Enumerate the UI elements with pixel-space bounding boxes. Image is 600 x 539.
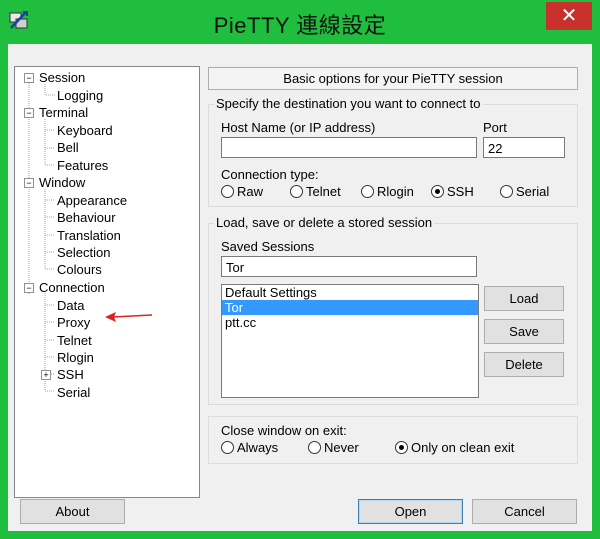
radio-icon	[221, 185, 234, 198]
close-always-radio[interactable]: Always	[221, 440, 278, 455]
radio-icon	[308, 441, 321, 454]
tree-item-terminal[interactable]: Terminal	[39, 104, 88, 121]
conn-type-ssh-radio[interactable]: SSH	[431, 184, 474, 199]
host-name-label: Host Name (or IP address)	[221, 120, 376, 135]
close-button[interactable]: ✕	[546, 2, 592, 30]
conn-type-telnet-radio[interactable]: Telnet	[290, 184, 341, 199]
connection-collapse-icon[interactable]: −	[24, 283, 34, 293]
conn-type-raw-radio[interactable]: Raw	[221, 184, 263, 199]
radio-selected-icon	[431, 185, 444, 198]
host-name-input[interactable]	[221, 137, 477, 158]
close-on-exit-label: Close window on exit:	[221, 423, 347, 438]
radio-icon	[361, 185, 374, 198]
saved-sessions-label: Saved Sessions	[221, 239, 315, 254]
radio-label: SSH	[447, 184, 474, 199]
tree-item-translation[interactable]: Translation	[57, 227, 121, 244]
tree-item-bell[interactable]: Bell	[57, 139, 79, 156]
radio-label: Raw	[237, 184, 264, 199]
close-never-radio[interactable]: Never	[308, 440, 359, 455]
session-collapse-icon[interactable]: −	[24, 73, 34, 83]
port-input[interactable]: 22	[483, 137, 565, 158]
close-clean-exit-radio[interactable]: Only on clean exit	[395, 440, 514, 455]
connection-type-label: Connection type:	[221, 167, 319, 182]
red-arrow-annotation-icon	[105, 312, 153, 322]
tree-item-logging[interactable]: Logging	[57, 87, 103, 104]
tree-item-ssh[interactable]: SSH	[57, 366, 84, 383]
tree-item-data[interactable]: Data	[57, 297, 84, 314]
tree-item-proxy[interactable]: Proxy	[57, 314, 90, 331]
save-button[interactable]: Save	[484, 319, 564, 344]
saved-session-name-input[interactable]: Tor	[221, 256, 477, 277]
radio-label: Never	[324, 440, 359, 455]
saved-sessions-list[interactable]: Default Settings Tor ptt.cc	[221, 284, 479, 398]
tree-item-session[interactable]: Session	[39, 69, 85, 86]
radio-icon	[221, 441, 234, 454]
radio-label: Always	[237, 440, 279, 455]
delete-button[interactable]: Delete	[484, 352, 564, 377]
load-button[interactable]: Load	[484, 286, 564, 311]
sessions-group-title: Load, save or delete a stored session	[214, 215, 435, 230]
title-bar: PieTTY 連線設定 ✕	[0, 0, 600, 44]
window-title: PieTTY 連線設定	[213, 13, 387, 38]
tree-item-keyboard[interactable]: Keyboard	[57, 122, 113, 139]
session-list-item[interactable]: Default Settings	[222, 285, 478, 300]
tree-item-window[interactable]: Window	[39, 174, 85, 191]
cancel-button[interactable]: Cancel	[472, 499, 577, 524]
panel-header: Basic options for your PieTTY session	[208, 67, 578, 90]
tree-item-telnet[interactable]: Telnet	[57, 332, 92, 349]
tree-item-behaviour[interactable]: Behaviour	[57, 209, 116, 226]
tree-item-selection[interactable]: Selection	[57, 244, 110, 261]
conn-type-rlogin-radio[interactable]: Rlogin	[361, 184, 414, 199]
radio-label: Telnet	[306, 184, 341, 199]
about-button[interactable]: About	[20, 499, 125, 524]
tree-item-appearance[interactable]: Appearance	[57, 192, 127, 209]
radio-icon	[500, 185, 513, 198]
terminal-collapse-icon[interactable]: −	[24, 108, 34, 118]
close-icon: ✕	[560, 5, 578, 27]
session-list-item[interactable]: ptt.cc	[222, 315, 478, 330]
session-list-item-selected[interactable]: Tor	[222, 300, 478, 315]
destination-group-title: Specify the destination you want to conn…	[214, 96, 483, 111]
dialog-window: PieTTY 連線設定 ✕ − Session Logging − Termin…	[0, 0, 600, 539]
radio-selected-icon	[395, 441, 408, 454]
category-tree[interactable]: − Session Logging − Terminal Keyboard Be…	[14, 66, 200, 498]
radio-label: Rlogin	[377, 184, 414, 199]
radio-icon	[290, 185, 303, 198]
tree-item-rlogin[interactable]: Rlogin	[57, 349, 94, 366]
radio-label: Serial	[516, 184, 550, 199]
radio-label: Only on clean exit	[411, 440, 515, 455]
tree-item-serial[interactable]: Serial	[57, 384, 90, 401]
dialog-client-area: − Session Logging − Terminal Keyboard Be…	[8, 44, 592, 531]
open-button[interactable]: Open	[358, 499, 463, 524]
conn-type-serial-radio[interactable]: Serial	[500, 184, 549, 199]
tree-item-colours[interactable]: Colours	[57, 261, 102, 278]
tree-item-connection[interactable]: Connection	[39, 279, 105, 296]
window-collapse-icon[interactable]: −	[24, 178, 34, 188]
port-label: Port	[483, 120, 507, 135]
ssh-expand-icon[interactable]: +	[41, 370, 51, 380]
tree-item-features[interactable]: Features	[57, 157, 108, 174]
